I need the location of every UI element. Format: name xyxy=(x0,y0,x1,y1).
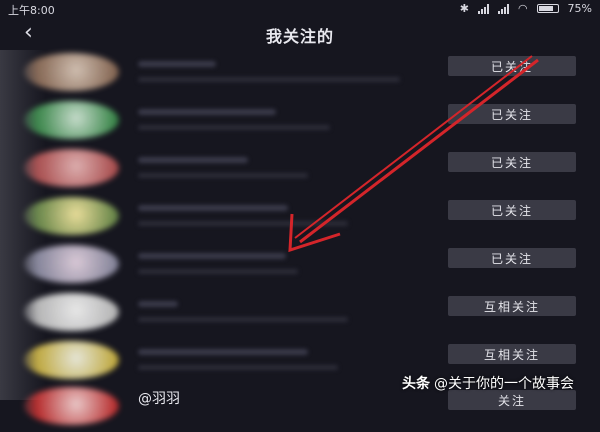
list-item[interactable]: 已关注 xyxy=(0,194,600,242)
wifi-icon: ◠ xyxy=(517,2,528,15)
avatar[interactable] xyxy=(24,341,119,379)
battery-percent: 75% xyxy=(567,2,592,15)
blurred-bio xyxy=(138,365,338,370)
blurred-name xyxy=(138,349,308,355)
avatar[interactable] xyxy=(24,53,119,91)
list-item[interactable]: 已关注 xyxy=(0,98,600,146)
blurred-bio xyxy=(138,173,308,178)
follow-button[interactable]: 互相关注 xyxy=(448,296,576,316)
avatar[interactable] xyxy=(24,101,119,139)
blurred-bio xyxy=(138,269,298,274)
header: ‹ 我关注的 xyxy=(0,18,600,50)
follow-button[interactable]: 已关注 xyxy=(448,152,576,172)
battery-icon xyxy=(536,4,559,13)
list-item[interactable]: 已关注 xyxy=(0,242,600,290)
list-item[interactable]: 已关注 xyxy=(0,50,600,98)
page-title: 我关注的 xyxy=(265,27,334,46)
blurred-bio xyxy=(138,221,348,226)
blurred-name xyxy=(138,61,216,67)
blurred-name xyxy=(138,205,288,211)
signal-icon xyxy=(477,3,489,14)
follow-button[interactable]: 互相关注 xyxy=(448,344,576,364)
avatar[interactable] xyxy=(24,293,119,331)
blurred-bio xyxy=(138,125,330,130)
avatar[interactable] xyxy=(24,387,119,425)
list-item[interactable]: 已关注 xyxy=(0,146,600,194)
status-bar: 上午8:00 ✱ ◠ 75% xyxy=(0,0,600,18)
watermark-brand: 头条 xyxy=(402,376,430,392)
list-item[interactable]: 互相关注 xyxy=(0,290,600,338)
watermark: 头条 @关于你的一个故事会 xyxy=(402,373,574,393)
status-icons: ✱ ◠ 75% xyxy=(460,2,592,15)
follow-button[interactable]: 已关注 xyxy=(448,200,576,220)
user-name: @羽羽 xyxy=(138,391,180,407)
follow-button[interactable]: 关注 xyxy=(448,390,576,410)
blurred-bio xyxy=(138,317,348,322)
blurred-name xyxy=(138,157,248,163)
avatar[interactable] xyxy=(24,197,119,235)
signal-2-icon xyxy=(497,3,509,14)
status-time: 上午8:00 xyxy=(8,4,55,17)
follow-button[interactable]: 已关注 xyxy=(448,104,576,124)
follow-button[interactable]: 已关注 xyxy=(448,248,576,268)
avatar[interactable] xyxy=(24,149,119,187)
blurred-bio xyxy=(138,77,400,82)
watermark-text: @关于你的一个故事会 xyxy=(434,376,574,392)
blurred-name xyxy=(138,109,276,115)
avatar[interactable] xyxy=(24,245,119,283)
blurred-name xyxy=(138,253,286,259)
follow-button[interactable]: 已关注 xyxy=(448,56,576,76)
bluetooth-icon: ✱ xyxy=(459,2,469,15)
blurred-name xyxy=(138,301,178,307)
